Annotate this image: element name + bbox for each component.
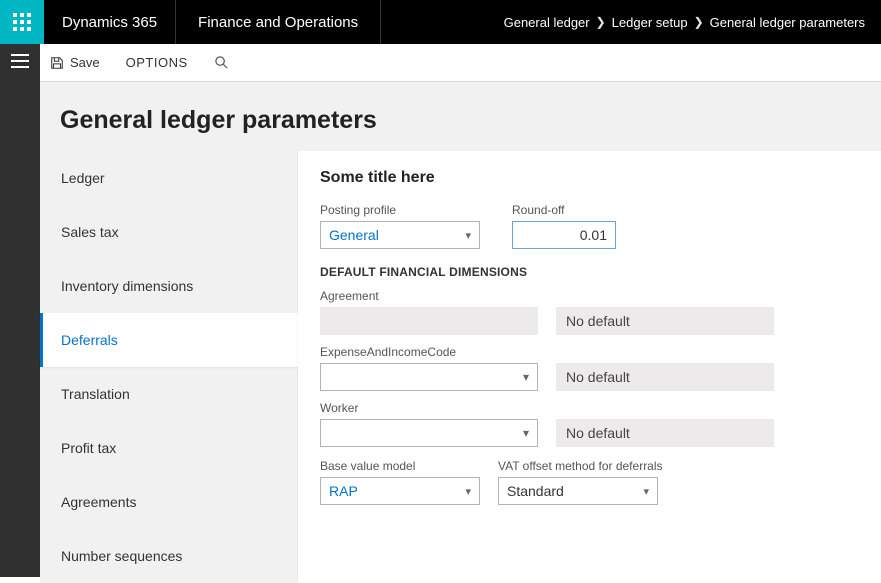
- base-value-model-label: Base value model: [320, 459, 480, 473]
- round-off-label: Round-off: [512, 203, 616, 217]
- app-launcher[interactable]: [0, 0, 44, 44]
- dim-label-worker: Worker: [320, 401, 861, 415]
- chevron-right-icon: ❯: [694, 15, 704, 29]
- dim-agreement-default: No default: [556, 307, 774, 335]
- round-off-input[interactable]: [512, 221, 616, 249]
- dim-agreement-value: [320, 307, 538, 335]
- dim-label-expense: ExpenseAndIncomeCode: [320, 345, 861, 359]
- side-tab-profit-tax[interactable]: Profit tax: [40, 421, 298, 475]
- vat-offset-label: VAT offset method for deferrals: [498, 459, 663, 473]
- posting-profile-value: General: [329, 227, 379, 243]
- posting-profile-select[interactable]: General ▾: [320, 221, 480, 249]
- vat-offset-select[interactable]: Standard ▾: [498, 477, 658, 505]
- side-tab-translation[interactable]: Translation: [40, 367, 298, 421]
- app-header: Dynamics 365 Finance and Operations Gene…: [0, 0, 881, 44]
- base-value-model-value: RAP: [329, 483, 358, 499]
- dim-expense-default: No default: [556, 363, 774, 391]
- side-tab-inventory-dimensions[interactable]: Inventory dimensions: [40, 259, 298, 313]
- save-icon: [50, 56, 64, 70]
- page-content: General ledger parameters Ledger Sales t…: [40, 82, 881, 577]
- page-title: General ledger parameters: [40, 82, 881, 151]
- chevron-right-icon: ❯: [596, 15, 606, 29]
- save-label: Save: [70, 55, 100, 70]
- chevron-down-icon: ▾: [523, 370, 529, 384]
- breadcrumb-item[interactable]: Ledger setup: [612, 15, 688, 30]
- dim-worker-default: No default: [556, 419, 774, 447]
- toolbar: Save OPTIONS: [40, 44, 239, 81]
- dimensions-header: DEFAULT FINANCIAL DIMENSIONS: [320, 265, 861, 279]
- breadcrumb: General ledger ❯ Ledger setup ❯ General …: [488, 0, 881, 44]
- dim-worker-select[interactable]: ▾: [320, 419, 538, 447]
- module-label[interactable]: Finance and Operations: [176, 0, 381, 44]
- menu-icon[interactable]: [11, 54, 29, 68]
- dim-label-agreement: Agreement: [320, 289, 861, 303]
- left-rail: [0, 44, 40, 577]
- section-title: Some title here: [320, 169, 861, 187]
- side-tab-ledger[interactable]: Ledger: [40, 151, 298, 205]
- base-value-model-select[interactable]: RAP ▾: [320, 477, 480, 505]
- side-tab-number-sequences[interactable]: Number sequences: [40, 529, 298, 583]
- side-tab-deferrals[interactable]: Deferrals: [40, 313, 298, 367]
- breadcrumb-item[interactable]: General ledger: [504, 15, 590, 30]
- chevron-down-icon: ▾: [523, 426, 529, 440]
- save-button[interactable]: Save: [40, 44, 110, 82]
- side-tab-agreements[interactable]: Agreements: [40, 475, 298, 529]
- side-tab-salestax[interactable]: Sales tax: [40, 205, 298, 259]
- dim-expense-select[interactable]: ▾: [320, 363, 538, 391]
- brand-label[interactable]: Dynamics 365: [44, 0, 176, 44]
- chevron-down-icon: ▾: [465, 229, 471, 242]
- action-pane: Save OPTIONS: [0, 44, 881, 82]
- tab-panel: Ledger Sales tax Inventory dimensions De…: [40, 151, 881, 583]
- posting-profile-label: Posting profile: [320, 203, 480, 217]
- chevron-down-icon: ▾: [643, 485, 649, 498]
- form-area: Some title here Posting profile General …: [298, 151, 881, 581]
- breadcrumb-item[interactable]: General ledger parameters: [710, 15, 865, 30]
- side-tab-list: Ledger Sales tax Inventory dimensions De…: [40, 151, 298, 583]
- vat-offset-value: Standard: [507, 483, 564, 499]
- search-button[interactable]: [204, 44, 239, 82]
- options-button[interactable]: OPTIONS: [112, 44, 202, 82]
- search-icon: [214, 55, 229, 70]
- waffle-icon: [13, 13, 31, 31]
- chevron-down-icon: ▾: [465, 485, 471, 498]
